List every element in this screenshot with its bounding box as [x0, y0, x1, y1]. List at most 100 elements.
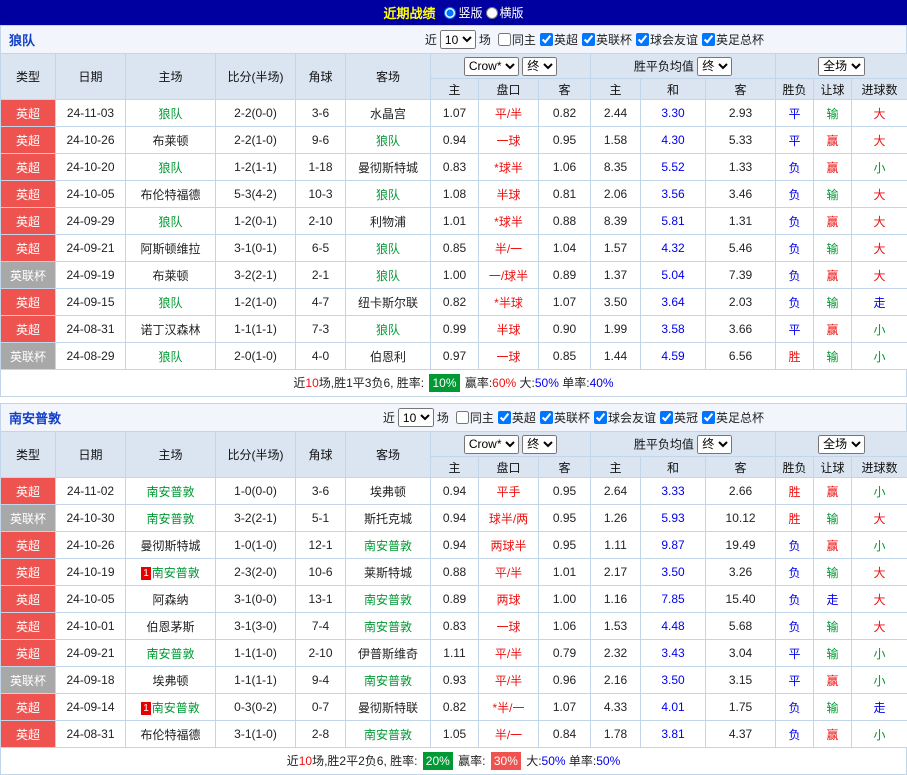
home-team-name[interactable]: 南安普敦 [152, 566, 200, 580]
home-team-cell[interactable]: 布莱顿 [126, 262, 216, 289]
away-team-name[interactable]: 南安普敦 [364, 674, 412, 688]
filter-checkbox[interactable] [540, 33, 553, 46]
away-team-cell[interactable]: 狼队 [346, 316, 431, 343]
bookmaker-select[interactable]: Crow* [464, 435, 519, 454]
home-team-name[interactable]: 诺丁汉森林 [140, 323, 200, 337]
vertical-radio[interactable] [444, 7, 456, 19]
match-count-select[interactable]: 10 [398, 408, 434, 427]
home-team-name[interactable]: 埃弗顿 [152, 674, 188, 688]
home-team-name[interactable]: 狼队 [158, 161, 182, 175]
filter-英足总杯[interactable]: 英足总杯 [698, 31, 764, 48]
away-team-cell[interactable]: 南安普敦 [346, 613, 431, 640]
away-team-cell[interactable]: 狼队 [346, 181, 431, 208]
away-team-cell[interactable]: 伊普斯维奇 [346, 640, 431, 667]
home-team-cell[interactable]: 曼彻斯特城 [126, 532, 216, 559]
horizontal-radio[interactable] [486, 7, 498, 19]
odds-time-select[interactable]: 终 [522, 435, 557, 454]
home-team-name[interactable]: 狼队 [158, 350, 182, 364]
away-team-name[interactable]: 伊普斯维奇 [358, 647, 418, 661]
home-team-name[interactable]: 布莱顿 [152, 134, 188, 148]
away-team-name[interactable]: 利物浦 [370, 215, 406, 229]
home-team-cell[interactable]: 埃弗顿 [126, 667, 216, 694]
away-team-name[interactable]: 伯恩利 [370, 350, 406, 364]
filter-checkbox[interactable] [498, 411, 511, 424]
home-team-name[interactable]: 伯恩茅斯 [146, 620, 194, 634]
home-team-name[interactable]: 曼彻斯特城 [140, 539, 200, 553]
away-team-cell[interactable]: 水晶宫 [346, 100, 431, 127]
away-team-cell[interactable]: 南安普敦 [346, 586, 431, 613]
filter-checkbox[interactable] [702, 33, 715, 46]
filter-英联杯[interactable]: 英联杯 [578, 31, 632, 48]
layout-vertical-option[interactable]: 竖版 [444, 4, 482, 21]
away-team-cell[interactable]: 曼彻斯特城 [346, 154, 431, 181]
away-team-name[interactable]: 狼队 [376, 323, 400, 337]
away-team-cell[interactable]: 埃弗顿 [346, 478, 431, 505]
home-team-name[interactable]: 南安普敦 [146, 647, 194, 661]
home-team-name[interactable]: 布莱顿 [152, 269, 188, 283]
away-team-name[interactable]: 狼队 [376, 134, 400, 148]
away-team-cell[interactable]: 南安普敦 [346, 667, 431, 694]
away-team-name[interactable]: 南安普敦 [364, 620, 412, 634]
home-team-cell[interactable]: 狼队 [126, 343, 216, 370]
filter-英足总杯[interactable]: 英足总杯 [698, 409, 764, 426]
home-team-name[interactable]: 阿森纳 [152, 593, 188, 607]
home-team-name[interactable]: 狼队 [158, 296, 182, 310]
home-team-name[interactable]: 南安普敦 [146, 512, 194, 526]
avg-time-select[interactable]: 终 [697, 57, 732, 76]
home-team-cell[interactable]: 南安普敦 [126, 505, 216, 532]
away-team-name[interactable]: 南安普敦 [364, 728, 412, 742]
filter-同主[interactable]: 同主 [452, 409, 494, 426]
filter-球会友谊[interactable]: 球会友谊 [590, 409, 656, 426]
away-team-name[interactable]: 斯托克城 [364, 512, 412, 526]
away-team-name[interactable]: 埃弗顿 [370, 485, 406, 499]
filter-英超[interactable]: 英超 [494, 409, 536, 426]
away-team-cell[interactable]: 狼队 [346, 127, 431, 154]
team-name-title[interactable]: 狼队 [9, 30, 35, 49]
away-team-name[interactable]: 曼彻斯特城 [358, 161, 418, 175]
filter-checkbox[interactable] [540, 411, 553, 424]
filter-checkbox[interactable] [582, 33, 595, 46]
filter-checkbox[interactable] [702, 411, 715, 424]
filter-checkbox[interactable] [594, 411, 607, 424]
filter-球会友谊[interactable]: 球会友谊 [632, 31, 698, 48]
home-team-cell[interactable]: 狼队 [126, 154, 216, 181]
filter-英冠[interactable]: 英冠 [656, 409, 698, 426]
away-team-cell[interactable]: 利物浦 [346, 208, 431, 235]
home-team-cell[interactable]: 南安普敦 [126, 640, 216, 667]
match-count-select[interactable]: 10 [440, 30, 476, 49]
away-team-name[interactable]: 曼彻斯特联 [358, 701, 418, 715]
home-team-cell[interactable]: 布莱顿 [126, 127, 216, 154]
odds-time-select[interactable]: 终 [522, 57, 557, 76]
away-team-cell[interactable]: 纽卡斯尔联 [346, 289, 431, 316]
home-team-cell[interactable]: 1南安普敦 [126, 559, 216, 586]
filter-英联杯[interactable]: 英联杯 [536, 409, 590, 426]
away-team-cell[interactable]: 斯托克城 [346, 505, 431, 532]
team-name-title[interactable]: 南安普敦 [9, 408, 61, 427]
home-team-cell[interactable]: 1南安普敦 [126, 694, 216, 721]
scope-select[interactable]: 全场 [818, 57, 865, 76]
filter-checkbox[interactable] [456, 411, 469, 424]
home-team-cell[interactable]: 布伦特福德 [126, 721, 216, 748]
home-team-name[interactable]: 狼队 [158, 215, 182, 229]
home-team-name[interactable]: 布伦特福德 [140, 188, 200, 202]
filter-英超[interactable]: 英超 [536, 31, 578, 48]
home-team-name[interactable]: 狼队 [158, 107, 182, 121]
away-team-cell[interactable]: 南安普敦 [346, 721, 431, 748]
away-team-cell[interactable]: 伯恩利 [346, 343, 431, 370]
home-team-cell[interactable]: 布伦特福德 [126, 181, 216, 208]
home-team-cell[interactable]: 南安普敦 [126, 478, 216, 505]
home-team-cell[interactable]: 阿斯顿维拉 [126, 235, 216, 262]
layout-horizontal-option[interactable]: 横版 [486, 4, 524, 21]
home-team-cell[interactable]: 诺丁汉森林 [126, 316, 216, 343]
filter-同主[interactable]: 同主 [494, 31, 536, 48]
home-team-cell[interactable]: 阿森纳 [126, 586, 216, 613]
avg-time-select[interactable]: 终 [697, 435, 732, 454]
away-team-name[interactable]: 纽卡斯尔联 [358, 296, 418, 310]
bookmaker-select[interactable]: Crow* [464, 57, 519, 76]
away-team-cell[interactable]: 南安普敦 [346, 532, 431, 559]
away-team-cell[interactable]: 莱斯特城 [346, 559, 431, 586]
home-team-cell[interactable]: 狼队 [126, 208, 216, 235]
away-team-name[interactable]: 南安普敦 [364, 539, 412, 553]
filter-checkbox[interactable] [636, 33, 649, 46]
home-team-cell[interactable]: 伯恩茅斯 [126, 613, 216, 640]
